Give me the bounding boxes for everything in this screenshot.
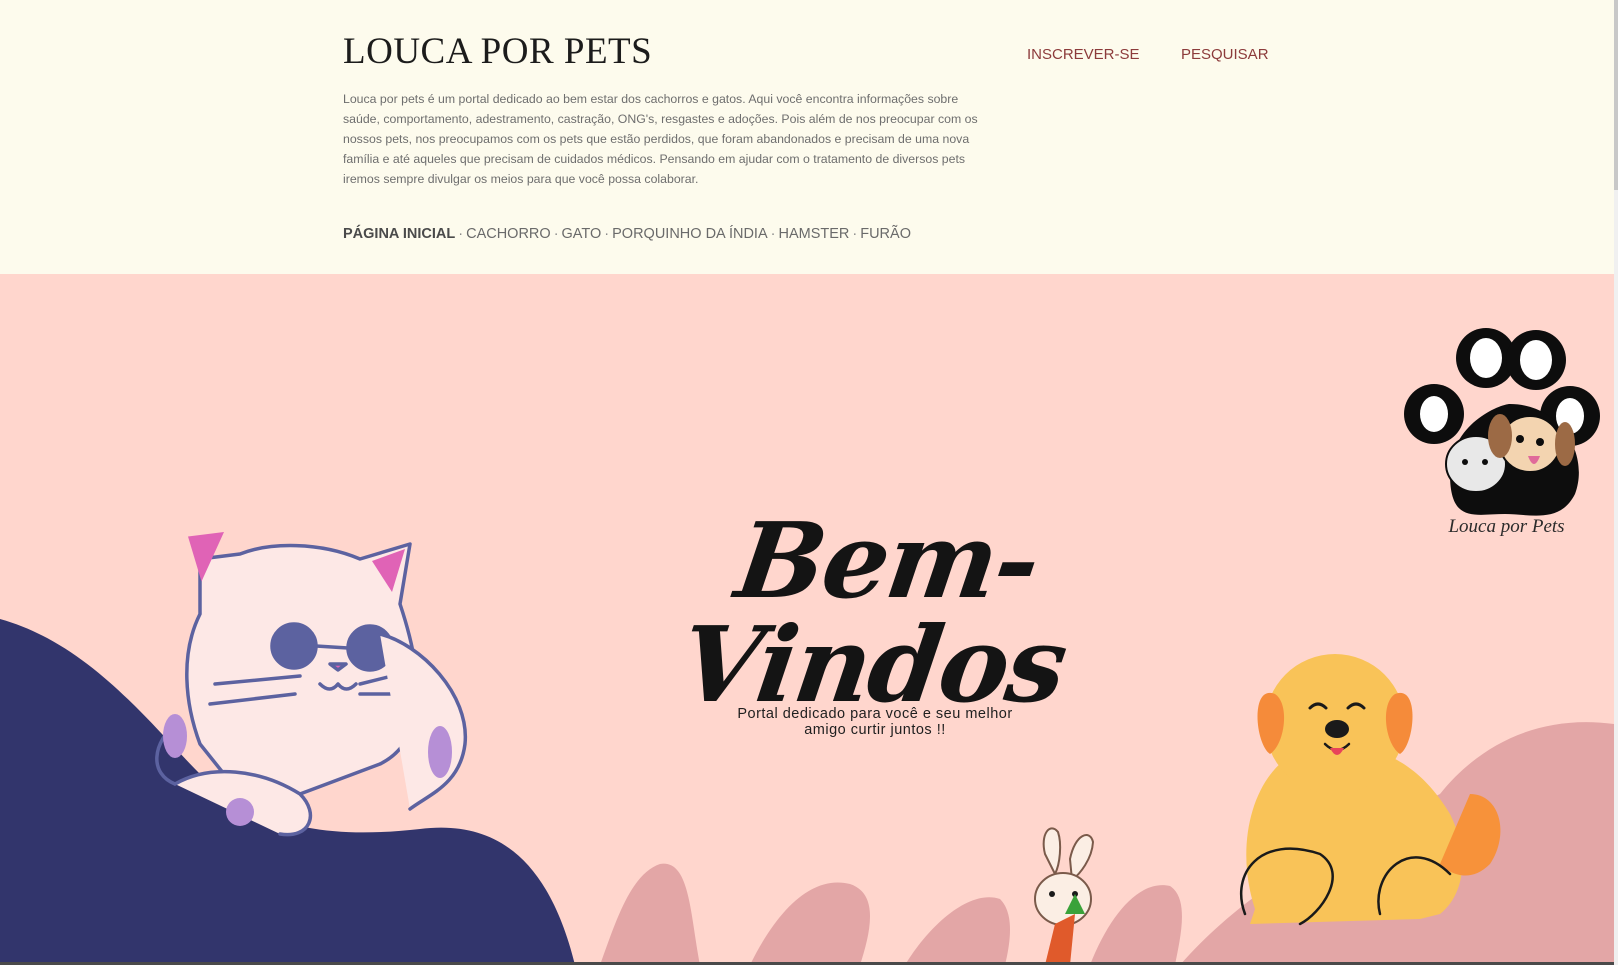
subscribe-link[interactable]: INSCREVER-SE: [1027, 46, 1140, 63]
nav-separator: ·: [852, 226, 858, 242]
nav-item-dog[interactable]: CACHORRO: [466, 226, 551, 242]
welcome-headline: Bem-Vindos: [672, 499, 1073, 726]
tagline-line-2: amigo curtir juntos !!: [804, 722, 946, 738]
category-nav: PÁGINA INICIAL · CACHORRO · GATO · PORQUINHO D…: [343, 226, 911, 242]
nav-item-ferret[interactable]: FURÃO: [860, 226, 911, 242]
site-title[interactable]: LOUCA POR PETS: [343, 30, 652, 73]
cat-illustration: [155, 532, 467, 837]
mauve-squiggle-1: [600, 863, 700, 965]
mauve-squiggle-3: [905, 897, 1010, 965]
paw-logo: [1404, 328, 1600, 516]
scrollbar-thumb[interactable]: [1614, 0, 1618, 190]
nav-separator: ·: [553, 226, 559, 242]
blog-header: LOUCA POR PETS INSCREVER-SE PESQUISAR Lo…: [0, 0, 1614, 274]
logo-caption: Louca por Pets: [1448, 516, 1565, 537]
hero-tagline: Portal dedicado para você e seu melhor a…: [720, 706, 1030, 738]
mauve-squiggle-4: [1090, 885, 1182, 965]
hero-banner: Bem-Vindos Portal dedicado para você e s…: [0, 274, 1614, 965]
nav-item-guinea-pig[interactable]: PORQUINHO DA ÍNDIA: [612, 226, 768, 242]
nav-separator: ·: [458, 226, 464, 242]
tagline-line-1: Portal dedicado para você e seu melhor: [737, 706, 1013, 722]
nav-item-hamster[interactable]: HAMSTER: [778, 226, 849, 242]
nav-separator: ·: [604, 226, 610, 242]
page: LOUCA POR PETS INSCREVER-SE PESQUISAR Lo…: [0, 0, 1614, 965]
nav-item-home[interactable]: PÁGINA INICIAL: [343, 226, 455, 242]
nav-separator: ·: [770, 226, 776, 242]
site-description: Louca por pets é um portal dedicado ao b…: [343, 92, 978, 186]
bunny-illustration: [1034, 827, 1095, 965]
mauve-squiggle-2: [750, 882, 870, 965]
nav-item-cat[interactable]: GATO: [562, 226, 602, 242]
search-link[interactable]: PESQUISAR: [1181, 46, 1269, 63]
